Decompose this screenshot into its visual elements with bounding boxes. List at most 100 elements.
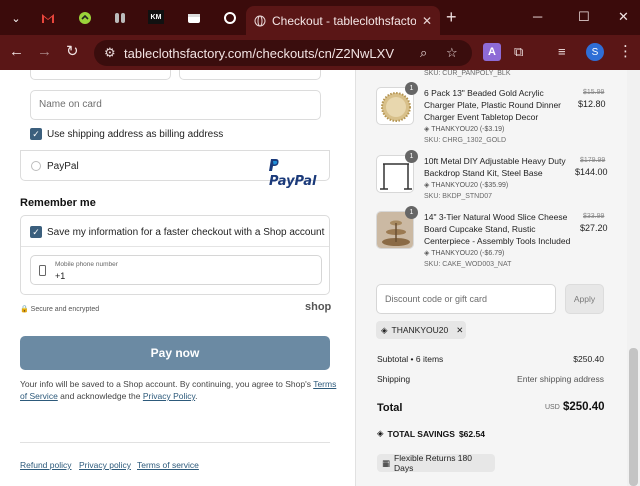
apply-button[interactable]: Apply: [565, 284, 604, 314]
item-price: $12.80: [578, 99, 606, 109]
close-window-icon[interactable]: ✕: [618, 9, 629, 25]
applied-code: THANKYOU20: [391, 325, 449, 335]
remember-me-heading: Remember me: [20, 197, 96, 209]
flexible-returns-badge: ▦ Flexible Returns 180 Days: [377, 453, 495, 473]
minimize-icon[interactable]: ─: [533, 9, 542, 24]
item-original-price: $15.99: [583, 89, 605, 96]
remove-discount-icon[interactable]: ✕: [456, 325, 463, 336]
disclaimer-suffix: .: [195, 391, 198, 401]
item-name: 10ft Metal DIY Adjustable Heavy Duty Bac…: [424, 156, 566, 178]
close-tab-icon[interactable]: ✕: [422, 14, 432, 28]
top-item-sku: SKU: CUR_PANPOLY_BLK: [424, 70, 511, 77]
item-sku: SKU: BKDP_STND07: [424, 193, 493, 200]
checkout-page: Name on card ✓ Use shipping address as b…: [0, 70, 640, 486]
paypal-radio[interactable]: [31, 161, 41, 171]
item-quantity-badge: 1: [405, 82, 418, 95]
terms-of-service-footer-link[interactable]: Terms of service: [137, 460, 199, 470]
refund-policy-link[interactable]: Refund policy: [20, 460, 72, 470]
save-info-label: Save my information for a faster checkou…: [47, 227, 325, 238]
site-info-icon[interactable]: ⚙: [104, 45, 116, 61]
tag-icon: ◈: [381, 324, 388, 335]
total-savings-label: TOTAL SAVINGS: [387, 428, 455, 439]
phone-field[interactable]: Mobile phone number +1: [30, 255, 322, 285]
total-label: Total: [377, 402, 403, 414]
browser-tab-bar: ⌄ KM Checkout - tableclothsfactory.co ✕ …: [0, 0, 640, 35]
scrollbar-thumb[interactable]: [629, 348, 638, 486]
globe-icon: [254, 15, 266, 26]
window-tab-icon[interactable]: [184, 8, 204, 28]
flexible-returns-label: Flexible Returns 180 Days: [394, 453, 472, 473]
bookmark-star-icon[interactable]: ☆: [446, 45, 458, 61]
item-price: $144.00: [575, 167, 608, 177]
item-discount: ◈ THANKYOU20 (-$3.19): [424, 125, 504, 133]
paypal-p-icon: [269, 159, 279, 171]
profile-avatar[interactable]: S: [586, 43, 604, 61]
item-quantity-badge: 1: [405, 150, 418, 163]
name-on-card-placeholder: Name on card: [39, 99, 102, 110]
tag-icon: ◈: [424, 250, 430, 257]
name-on-card-field[interactable]: Name on card: [30, 90, 321, 120]
total-savings: ◈ TOTAL SAVINGS $62.54: [377, 428, 485, 439]
back-icon[interactable]: ←: [9, 43, 24, 61]
total-savings-value: $62.54: [458, 428, 485, 439]
tag-icon: ◈: [424, 182, 430, 189]
maximize-icon[interactable]: ☐: [578, 9, 590, 25]
card-field-partial-left[interactable]: [30, 70, 171, 80]
item-original-price: $179.99: [580, 157, 606, 164]
privacy-policy-footer-link[interactable]: Privacy policy: [79, 460, 131, 470]
privacy-policy-link[interactable]: Privacy Policy: [143, 391, 195, 401]
subtotal-value: $250.40: [573, 354, 604, 364]
paypal-logo-text: PayPal: [269, 174, 317, 189]
extension-a-icon[interactable]: A: [483, 43, 501, 61]
reload-icon[interactable]: ↻: [66, 43, 79, 61]
discount-code-placeholder: Discount code or gift card: [385, 294, 488, 304]
total-value: $250.40: [563, 401, 605, 413]
subtotal-label: Subtotal • 6 items: [377, 354, 444, 364]
item-quantity-badge: 1: [405, 206, 418, 219]
billing-checkbox[interactable]: ✓: [30, 128, 42, 140]
forward-icon[interactable]: →: [37, 43, 52, 61]
media-icon[interactable]: ≡: [558, 43, 566, 61]
loading-tab-icon[interactable]: [220, 8, 240, 28]
card-field-partial-right[interactable]: [179, 70, 321, 80]
address-bar[interactable]: ⚙ tableclothsfactory.com/checkouts/cn/Z2…: [94, 40, 472, 66]
applied-discount-chip: ◈ THANKYOU20 ✕: [376, 321, 466, 339]
calendar-icon: ▦: [382, 457, 391, 468]
item-name: 14" 3-Tier Natural Wood Slice Cheese Boa…: [424, 212, 571, 246]
address-bar-url: tableclothsfactory.com/checkouts/cn/Z2Nw…: [124, 45, 394, 61]
item-price: $27.20: [580, 223, 608, 233]
gmail-tab-icon[interactable]: [38, 8, 58, 28]
paypal-label: PayPal: [47, 161, 79, 172]
green-tab-icon[interactable]: [75, 8, 95, 28]
shop-logo: shop: [305, 301, 332, 313]
item-discount: ◈ THANKYOU20 (-$35.99): [424, 181, 508, 189]
remember-me-box: ✓ Save my information for a faster check…: [20, 215, 330, 295]
remember-divider: [21, 246, 329, 247]
item-discount-code: THANKYOU20 (-$3.19): [431, 126, 505, 133]
item-discount-code: THANKYOU20 (-$6.79): [431, 250, 505, 257]
phone-value: +1: [55, 271, 66, 281]
extensions-puzzle-icon[interactable]: ⧉: [514, 43, 523, 61]
tab-list-chevron-icon[interactable]: ⌄: [6, 8, 26, 28]
grey-tab-icon[interactable]: [110, 8, 130, 28]
page-scrollbar[interactable]: [627, 70, 640, 486]
disclaimer-prefix: Your info will be saved to a Shop accoun…: [20, 379, 314, 389]
pay-now-button[interactable]: Pay now: [20, 336, 330, 370]
browser-menu-icon[interactable]: ⋮: [618, 43, 633, 61]
discount-code-input[interactable]: Discount code or gift card: [376, 284, 556, 314]
paypal-option[interactable]: PayPal PayPal: [20, 150, 330, 189]
km-tab-icon[interactable]: KM: [148, 10, 164, 24]
tag-icon: ◈: [424, 126, 430, 133]
secure-text: 🔒 Secure and encrypted: [20, 305, 99, 313]
disclaimer-middle: and acknowledge the: [57, 391, 143, 401]
mobile-phone-icon: [39, 265, 46, 276]
active-tab[interactable]: Checkout - tableclothsfactory.co ✕: [246, 6, 440, 35]
item-name: 6 Pack 13" Beaded Gold Acrylic Charger P…: [424, 88, 562, 122]
lock-icon: 🔒: [20, 306, 29, 313]
save-info-checkbox[interactable]: ✓: [30, 226, 42, 238]
active-tab-title: Checkout - tableclothsfactory.co: [272, 13, 416, 28]
item-discount-code: THANKYOU20 (-$35.99): [431, 182, 509, 189]
item-discount: ◈ THANKYOU20 (-$6.79): [424, 249, 504, 257]
new-tab-icon[interactable]: +: [446, 8, 457, 26]
zoom-icon[interactable]: ⌕: [420, 45, 427, 61]
